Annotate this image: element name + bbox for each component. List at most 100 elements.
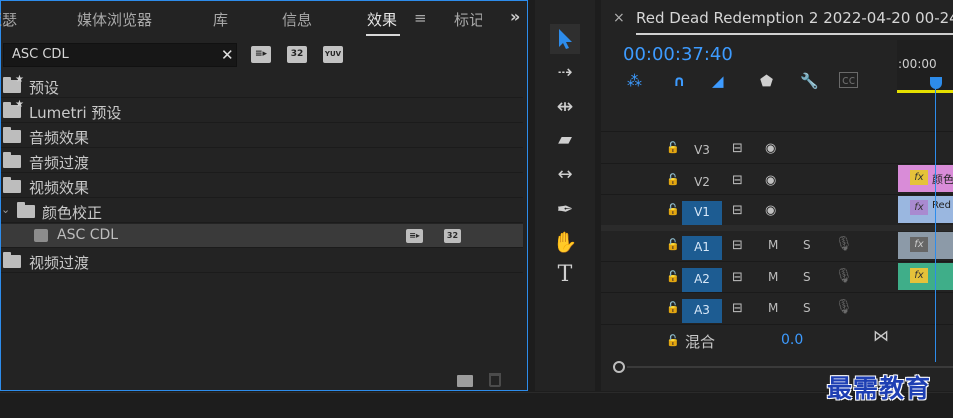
add-marker-icon[interactable]: ◢ <box>712 72 724 90</box>
hand-tool-icon[interactable]: ✋ <box>550 227 580 257</box>
work-area-bar[interactable] <box>897 90 953 93</box>
lock-icon[interactable]: 🔓 <box>666 334 680 347</box>
solo-button[interactable]: S <box>803 238 811 252</box>
playhead-line[interactable] <box>935 88 936 362</box>
tree-item-lumetri-presets[interactable]: ★ Lumetri 预设 <box>1 99 523 123</box>
new-bin-icon[interactable] <box>457 375 473 387</box>
captions-icon[interactable]: cc <box>839 72 859 88</box>
lock-icon[interactable]: 🔓 <box>666 301 680 314</box>
ripple-edit-tool-icon[interactable]: ⇹ <box>550 91 580 121</box>
tree-item-label: 预设 <box>29 79 60 97</box>
microphone-icon[interactable]: 🎙 <box>835 268 853 284</box>
folder-icon <box>3 127 21 143</box>
go-to-end-icon[interactable]: ⋈ <box>873 326 889 345</box>
clip-a2[interactable]: fx <box>898 263 953 290</box>
linked-selection-icon[interactable]: ∩ <box>673 72 685 90</box>
lock-icon[interactable]: 🔓 <box>666 270 680 283</box>
panel-tabbar: 亚瑟 媒体浏览器 库 信息 效果 ≡ 标记 » <box>0 1 527 39</box>
tree-item-label: ASC CDL <box>57 227 119 243</box>
clip-v1[interactable]: fx Red <box>898 196 953 223</box>
lock-icon[interactable]: 🔓 <box>666 141 680 154</box>
watermark: 最需教育 <box>827 374 932 403</box>
clip-v2[interactable]: fx 颜色 <box>898 165 953 192</box>
track-target-a3[interactable]: A3 <box>682 299 722 323</box>
track-select-tool-icon[interactable]: ⇢ <box>550 58 580 88</box>
32bit-filter-icon[interactable]: 32 <box>287 46 307 63</box>
fx-badge-icon: fx <box>910 268 928 283</box>
clear-search-icon[interactable]: ✕ <box>221 46 234 64</box>
tree-item-audio-transitions[interactable]: 音频过渡 <box>1 149 523 173</box>
overflow-icon[interactable]: » <box>510 7 520 26</box>
scroll-handle[interactable] <box>613 361 625 373</box>
lock-icon[interactable]: 🔓 <box>666 203 680 216</box>
pen-tool-icon[interactable]: ✒ <box>550 194 580 224</box>
mute-button[interactable]: M <box>768 270 778 284</box>
chevron-down-icon[interactable]: ⌄ <box>1 203 10 216</box>
sync-lock-icon[interactable]: ⊟ <box>732 270 743 285</box>
scroll-track[interactable] <box>627 366 953 368</box>
track-header-a3: 🔓 A3 ⊟ M S 🎙 <box>601 293 897 324</box>
sync-lock-icon[interactable]: ⊟ <box>732 301 743 316</box>
tab-info[interactable]: 信息 <box>282 9 312 30</box>
tab-media-browser[interactable]: 媒体浏览器 <box>77 9 152 30</box>
eye-icon[interactable]: ◉ <box>765 203 776 218</box>
fx-badge-icon: fx <box>910 200 928 215</box>
track-target-a1[interactable]: A1 <box>682 236 722 260</box>
microphone-icon[interactable]: 🎙 <box>835 299 853 315</box>
sync-lock-icon[interactable]: ⊟ <box>732 203 743 218</box>
tree-item-label: Lumetri 预设 <box>29 104 122 122</box>
microphone-icon[interactable]: 🎙 <box>835 236 853 252</box>
mute-button[interactable]: M <box>768 301 778 315</box>
snap-icon[interactable]: ⁂ <box>627 72 642 90</box>
clip-a1[interactable]: fx <box>898 232 953 259</box>
lock-icon[interactable]: 🔓 <box>666 238 680 251</box>
tree-item-video-effects[interactable]: 视频效果 <box>1 174 523 198</box>
tree-item-asc-cdl[interactable]: ASC CDL ≡▸ 32 <box>1 224 523 248</box>
track-header-v3: 🔓 V3 ⊟ ◉ <box>601 133 897 164</box>
tab-effects[interactable]: 效果 <box>367 9 397 30</box>
track-header-a2: 🔓 A2 ⊟ M S 🎙 <box>601 262 897 293</box>
eye-icon[interactable]: ◉ <box>765 141 776 156</box>
panel-menu-icon[interactable]: ≡ <box>414 9 427 27</box>
yuv-filter-icon[interactable]: YUV <box>323 46 343 63</box>
mix-label: 混合 <box>685 333 716 351</box>
solo-button[interactable]: S <box>803 301 811 315</box>
slip-tool-icon[interactable]: ↔ <box>550 160 580 190</box>
marker-icon[interactable]: ⬟ <box>760 72 773 90</box>
tree-item-audio-effects[interactable]: 音频效果 <box>1 124 523 148</box>
playhead-handle[interactable] <box>930 77 942 89</box>
sync-lock-icon[interactable]: ⊟ <box>732 141 743 156</box>
mix-volume-value[interactable]: 0.0 <box>781 332 803 348</box>
track-target-v2[interactable]: V2 <box>682 171 722 195</box>
tab-libraries[interactable]: 库 <box>213 9 228 30</box>
track-target-v1[interactable]: V1 <box>682 201 722 225</box>
sequence-tab-title[interactable]: Red Dead Redemption 2 2022-04-20 00-24-4… <box>636 9 953 27</box>
sync-lock-icon[interactable]: ⊟ <box>732 173 743 188</box>
tab-audio-mixer[interactable]: 亚瑟 <box>0 9 17 30</box>
wrench-icon[interactable]: 🔧 <box>800 72 819 90</box>
tree-item-presets[interactable]: ★ 预设 <box>1 74 523 98</box>
solo-button[interactable]: S <box>803 270 811 284</box>
razor-tool-icon[interactable]: ▰ <box>550 125 580 155</box>
search-input[interactable]: ASC CDL ✕ <box>3 43 237 67</box>
track-target-a2[interactable]: A2 <box>682 268 722 292</box>
selection-tool-icon[interactable] <box>550 24 580 54</box>
tree-item-video-transitions[interactable]: 视频过渡 <box>1 249 523 273</box>
tree-item-color-correction[interactable]: ⌄ 颜色校正 <box>1 199 523 223</box>
tab-markers[interactable]: 标记 <box>454 9 482 30</box>
accelerated-badge-icon: ≡▸ <box>406 229 423 243</box>
effect-icon <box>34 229 48 242</box>
tree-item-label: 音频效果 <box>29 129 90 147</box>
sync-lock-icon[interactable]: ⊟ <box>732 238 743 253</box>
ruler-timecode: :00:00 <box>898 57 937 71</box>
lock-icon[interactable]: 🔓 <box>666 173 680 186</box>
track-target-v3[interactable]: V3 <box>682 139 722 163</box>
type-tool-icon[interactable]: T <box>550 260 580 290</box>
accelerated-effects-filter-icon[interactable]: ≡▸ <box>251 46 271 63</box>
tree-item-label: 颜色校正 <box>42 204 103 222</box>
playhead-timecode[interactable]: 00:00:37:40 <box>623 44 733 65</box>
mute-button[interactable]: M <box>768 238 778 252</box>
close-icon[interactable]: × <box>613 10 625 26</box>
trash-icon[interactable] <box>489 373 501 387</box>
eye-icon[interactable]: ◉ <box>765 173 776 188</box>
